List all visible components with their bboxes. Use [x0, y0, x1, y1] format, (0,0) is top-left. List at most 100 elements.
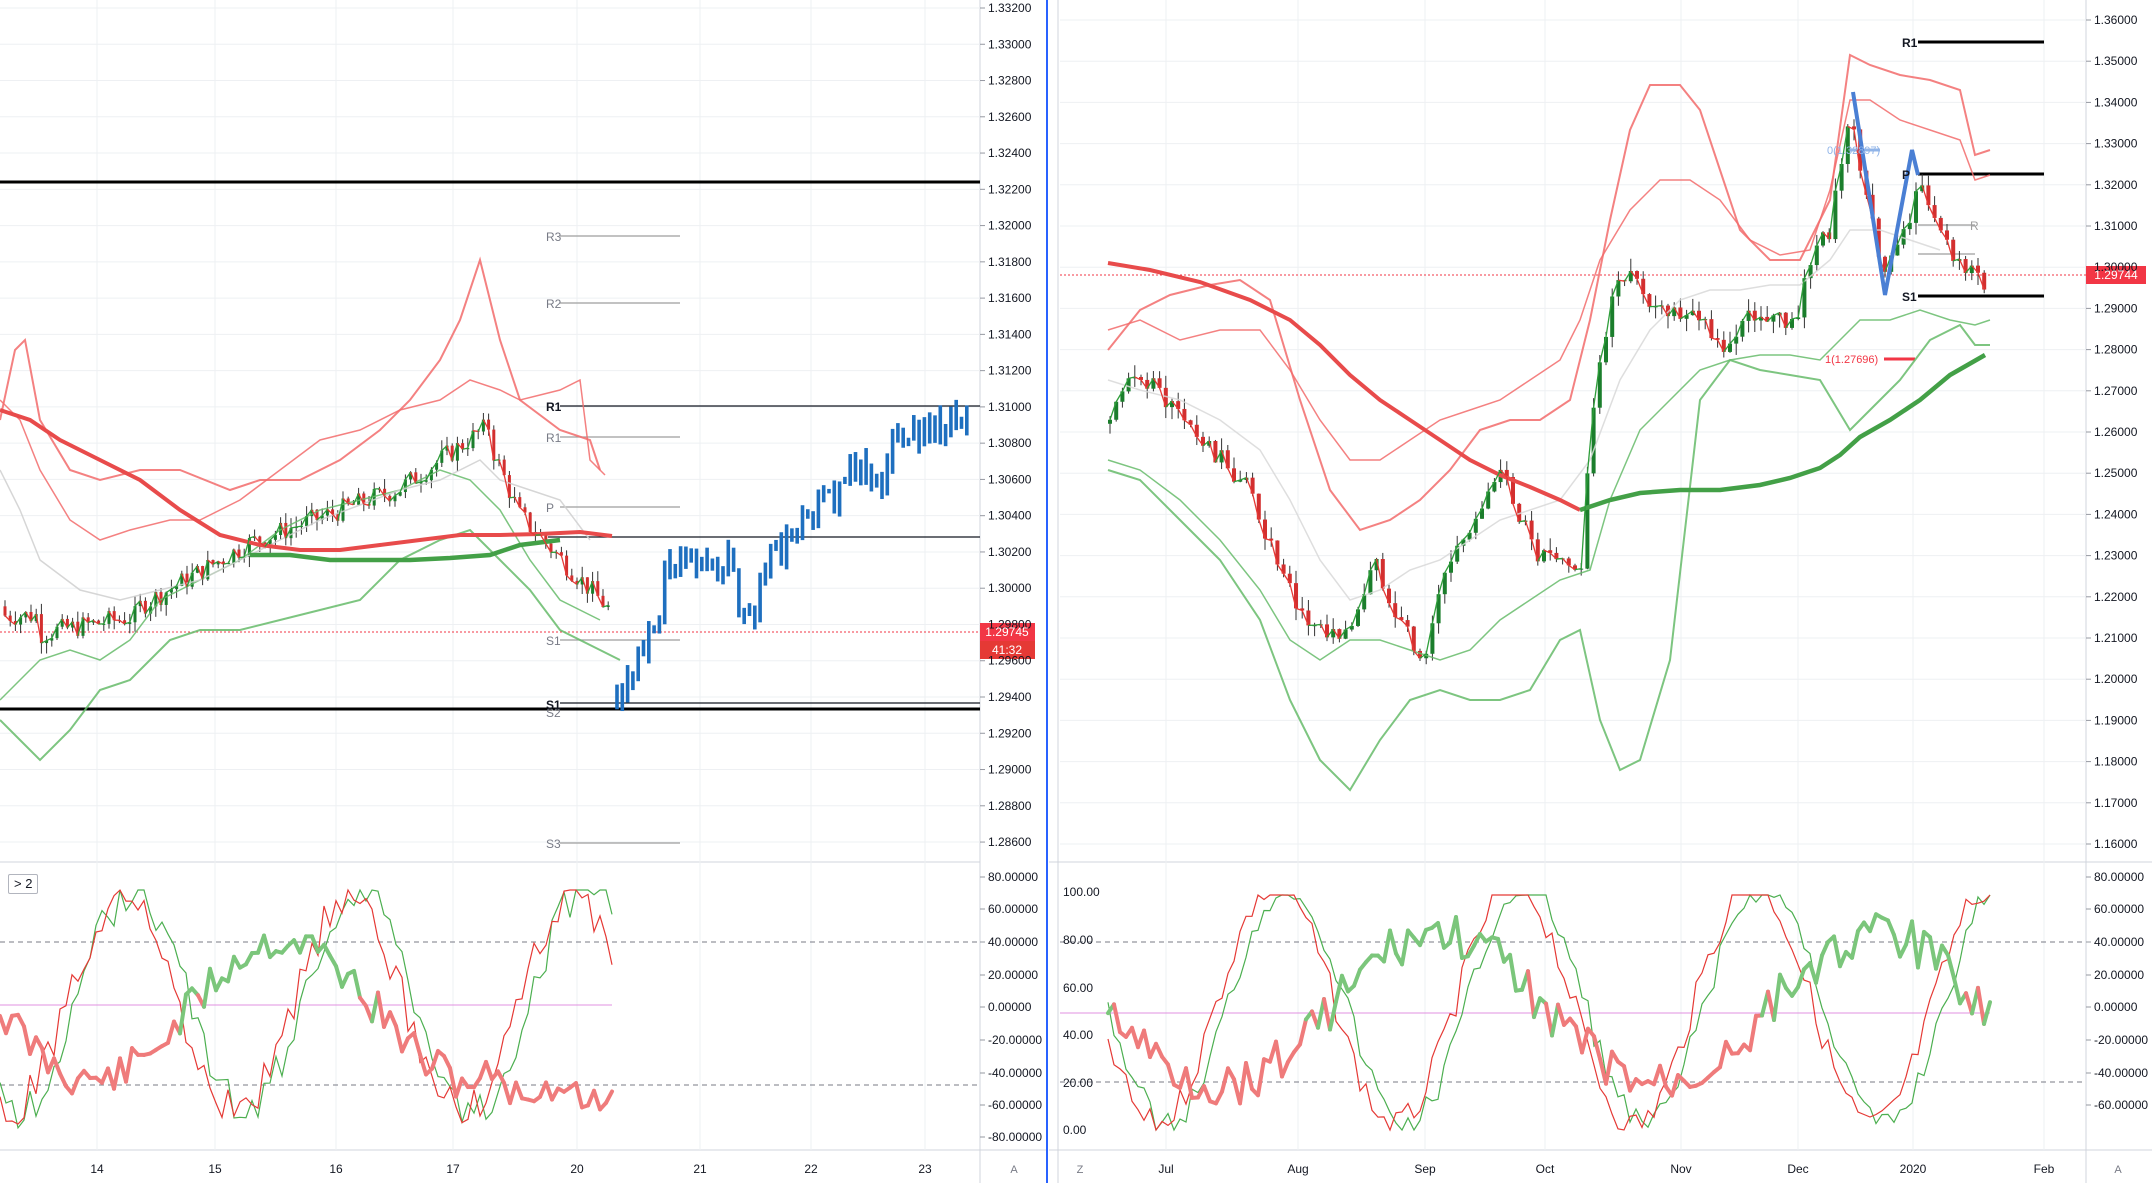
left-forecast-bar: [710, 558, 715, 571]
right-osc-thick-segment: [1778, 972, 1788, 991]
right-price-label: 1.19000: [2094, 713, 2138, 727]
left-forecast-bar: [700, 556, 704, 572]
right-r-grey-label: R: [1970, 219, 1979, 233]
right-last-price-text: 1.29744: [2094, 268, 2138, 282]
right-time-label: Oct: [1536, 1162, 1555, 1176]
right-osc-thick-segment: [1526, 969, 1536, 1020]
right-candle-body: [1108, 419, 1112, 424]
left-forecast-bar: [906, 437, 911, 447]
right-price-label: 1.31000: [2094, 219, 2138, 233]
left-price-label: 1.32400: [988, 146, 1032, 160]
left-price-label: 1.29400: [988, 690, 1032, 704]
left-osc-label: -20.00000: [988, 1033, 1042, 1047]
left-price-label: 1.31000: [988, 400, 1032, 414]
left-s1-black-label: S1: [546, 698, 561, 712]
left-forecast-bar: [848, 454, 852, 486]
left-osc-label: 60.00000: [988, 902, 1038, 916]
right-osc-thick-segment: [1112, 1002, 1122, 1035]
right-chart-pane[interactable]: [1049, 0, 2152, 1183]
right-osc-thick-segment: [1946, 953, 1956, 981]
right-price-label: 1.17000: [2094, 796, 2138, 810]
right-osc-thick-segment: [1352, 967, 1362, 988]
right-osc-thick-segment: [1820, 939, 1830, 958]
right-r1-label: R1: [1902, 36, 1918, 50]
left-forecast-bar: [811, 511, 815, 530]
left-forecast-bar: [631, 671, 635, 691]
right-osc-thick-segment: [1280, 1059, 1290, 1079]
left-forecast-bar: [880, 471, 884, 500]
left-forecast-bar: [869, 463, 874, 492]
right-candle: [1176, 392, 1181, 419]
left-price-label: 1.30000: [988, 581, 1032, 595]
right-price-label: 1.21000: [2094, 631, 2138, 645]
right-price-label: 1.28000: [2094, 343, 2138, 357]
left-forecast-bar: [742, 607, 746, 625]
chart-workspace: 1.33200 1.33000 1.32800 1.32600 1.32400 1.322…: [0, 0, 2152, 1183]
right-price-label: 1.36000: [2094, 13, 2138, 27]
left-price-label: 1.32800: [988, 74, 1032, 88]
right-osc-thick-segment: [1454, 915, 1464, 960]
left-forecast-bar: [806, 509, 810, 519]
left-forecast-bar: [874, 473, 879, 488]
left-forecast-bar: [827, 488, 831, 494]
right-osc-thick-segment: [1850, 929, 1860, 960]
left-forecast-bar: [668, 549, 672, 580]
left-price-label: 1.33200: [988, 1, 1032, 15]
left-forecast-bar: [662, 560, 667, 625]
right-price-label: 1.27000: [2094, 384, 2138, 398]
left-forecast-bar: [625, 665, 630, 703]
right-price-label: 1.35000: [2094, 54, 2138, 68]
right-price-label: 1.26000: [2094, 425, 2138, 439]
left-s3-label: S3: [546, 837, 561, 851]
oscillator-collapse-chip[interactable]: > 2: [8, 874, 39, 894]
left-price-label: 1.30600: [988, 472, 1032, 486]
right-osc-right-label: 0.00000: [2094, 1000, 2138, 1014]
left-forecast-bar: [816, 489, 821, 529]
right-osc-thick-segment: [1202, 1084, 1212, 1104]
right-osc-left-label: 20.00: [1063, 1076, 1093, 1090]
left-forecast-bar: [864, 448, 868, 485]
right-osc-left-label: 80.00: [1063, 933, 1093, 947]
right-price-label: 1.29000: [2094, 301, 2138, 315]
right-osc-right-label: 80.00000: [2094, 870, 2144, 884]
right-osc-thick-segment: [1220, 1066, 1230, 1094]
right-osc-thick-segment: [1886, 918, 1896, 937]
left-price-label: 1.28600: [988, 835, 1032, 849]
right-osc-thick-segment: [1142, 1028, 1152, 1059]
left-forecast-bar: [615, 684, 619, 710]
right-osc-thick-segment: [1340, 973, 1350, 994]
right-candle: [1132, 365, 1137, 387]
left-forecast-bar: [694, 548, 699, 579]
right-osc-thick-segment: [1796, 967, 1806, 990]
left-chart-pane[interactable]: [0, 0, 1048, 1183]
left-time-label: 14: [90, 1162, 104, 1176]
right-osc-thick-segment: [1556, 1002, 1566, 1027]
left-forecast-bar: [938, 405, 943, 445]
right-osc-thick-segment: [1814, 953, 1824, 985]
right-osc-thick-segment: [1604, 1049, 1614, 1086]
right-candle: [1721, 331, 1726, 358]
right-time-label: Sep: [1414, 1162, 1436, 1176]
left-osc-label: 0.00000: [988, 1000, 1032, 1014]
right-candle: [1734, 324, 1739, 355]
right-candle: [1616, 271, 1621, 306]
right-osc-thick-segment: [1550, 1002, 1560, 1038]
right-candle: [1969, 260, 1974, 281]
right-price-label: 1.16000: [2094, 837, 2138, 851]
left-price-label: 1.32600: [988, 110, 1032, 124]
left-forecast-bar: [885, 453, 890, 496]
left-r1-grey-label: R1: [546, 431, 562, 445]
left-price-label: 1.31400: [988, 327, 1032, 341]
left-forecast-bar: [763, 562, 768, 586]
right-osc-thick-segment: [1670, 1073, 1680, 1098]
right-osc-right-label: 20.00000: [2094, 968, 2144, 982]
left-price-label: 1.31200: [988, 364, 1032, 378]
right-osc-thick-segment: [1382, 928, 1392, 964]
right-fib-top-label: 0(1.32897): [1827, 145, 1880, 157]
left-countdown-text: 41:32: [992, 643, 1022, 657]
right-osc-thick-segment: [1718, 1039, 1728, 1070]
left-osc-label: -40.00000: [988, 1066, 1042, 1080]
right-price-label: 1.22000: [2094, 590, 2138, 604]
right-price-label: 1.33000: [2094, 137, 2138, 151]
left-time-label: 22: [804, 1162, 818, 1176]
